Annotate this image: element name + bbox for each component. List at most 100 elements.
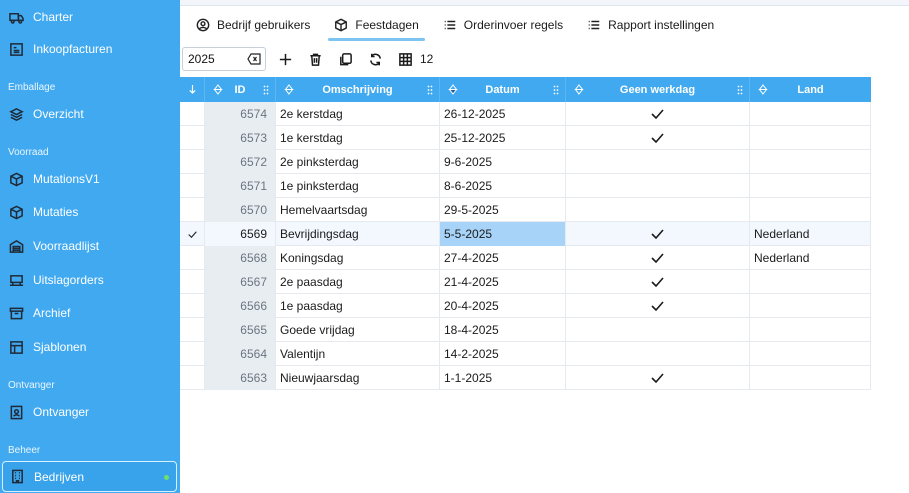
cell-geen-werkdag[interactable] bbox=[566, 174, 750, 198]
cell-land[interactable] bbox=[750, 318, 871, 342]
cell-omschrijving[interactable]: 2e pinksterdag bbox=[276, 150, 440, 174]
tab-rapport-instellingen[interactable]: Rapport instellingen bbox=[579, 8, 722, 41]
cell-geen-werkdag[interactable] bbox=[566, 126, 750, 150]
drag-handle-icon[interactable] bbox=[263, 85, 269, 95]
table-row[interactable]: 6569 Bevrijdingsdag 5-5-2025 Nederland bbox=[180, 222, 871, 246]
cell-id[interactable]: 6564 bbox=[205, 342, 276, 366]
cell-datum[interactable]: 25-12-2025 bbox=[440, 126, 566, 150]
cell-omschrijving[interactable]: 1e pinksterdag bbox=[276, 174, 440, 198]
cell-datum[interactable]: 21-4-2025 bbox=[440, 270, 566, 294]
year-input[interactable] bbox=[188, 49, 248, 69]
cell-land[interactable] bbox=[750, 342, 871, 366]
grid-view-button[interactable] bbox=[394, 48, 416, 70]
row-select-cell[interactable] bbox=[180, 198, 205, 222]
column-header-id[interactable]: ID bbox=[205, 77, 276, 102]
tab-feestdagen[interactable]: Feestdagen bbox=[326, 8, 426, 41]
sidebar-item-charter[interactable]: Charter bbox=[0, 2, 180, 32]
sidebar-item-archief[interactable]: Archief bbox=[0, 298, 180, 328]
cell-land[interactable] bbox=[750, 102, 871, 126]
cell-id[interactable]: 6567 bbox=[205, 270, 276, 294]
cell-geen-werkdag[interactable] bbox=[566, 342, 750, 366]
table-row[interactable]: 6571 1e pinksterdag 8-6-2025 bbox=[180, 174, 871, 198]
tab-orderinvoer-regels[interactable]: Orderinvoer regels bbox=[435, 8, 571, 41]
cell-land[interactable]: Nederland bbox=[750, 246, 871, 270]
cell-geen-werkdag[interactable] bbox=[566, 102, 750, 126]
table-row[interactable]: 6564 Valentijn 14-2-2025 bbox=[180, 342, 871, 366]
sidebar-item-voorraadlijst[interactable]: Voorraadlijst bbox=[0, 231, 180, 261]
row-select-cell[interactable] bbox=[180, 318, 205, 342]
cell-geen-werkdag[interactable] bbox=[566, 246, 750, 270]
cell-datum[interactable]: 20-4-2025 bbox=[440, 294, 566, 318]
cell-omschrijving[interactable]: 1e paasdag bbox=[276, 294, 440, 318]
cell-geen-werkdag[interactable] bbox=[566, 270, 750, 294]
drag-handle-icon[interactable] bbox=[553, 85, 559, 95]
cell-datum[interactable]: 5-5-2025 bbox=[440, 222, 566, 246]
cell-land[interactable] bbox=[750, 174, 871, 198]
cell-id[interactable]: 6572 bbox=[205, 150, 276, 174]
clear-input-icon[interactable] bbox=[247, 53, 261, 65]
table-row[interactable]: 6570 Hemelvaartsdag 29-5-2025 bbox=[180, 198, 871, 222]
table-row[interactable]: 6572 2e pinksterdag 9-6-2025 bbox=[180, 150, 871, 174]
table-row[interactable]: 6568 Koningsdag 27-4-2025 Nederland bbox=[180, 246, 871, 270]
drag-handle-icon[interactable] bbox=[737, 85, 743, 95]
cell-omschrijving[interactable]: Bevrijdingsdag bbox=[276, 222, 440, 246]
cell-omschrijving[interactable]: 1e kerstdag bbox=[276, 126, 440, 150]
cell-land[interactable] bbox=[750, 126, 871, 150]
delete-button[interactable] bbox=[304, 48, 326, 70]
row-select-cell[interactable] bbox=[180, 150, 205, 174]
row-select-cell[interactable] bbox=[180, 294, 205, 318]
sidebar-item-sjablonen[interactable]: Sjablonen bbox=[0, 332, 180, 362]
sidebar-item-inkoopfacturen[interactable]: Inkoopfacturen bbox=[0, 34, 180, 64]
column-header-land[interactable]: Land bbox=[750, 77, 871, 102]
drag-handle-icon[interactable] bbox=[427, 85, 433, 95]
table-row[interactable]: 6573 1e kerstdag 25-12-2025 bbox=[180, 126, 871, 150]
cell-geen-werkdag[interactable] bbox=[566, 366, 750, 390]
cell-datum[interactable]: 26-12-2025 bbox=[440, 102, 566, 126]
cell-geen-werkdag[interactable] bbox=[566, 198, 750, 222]
table-row[interactable]: 6566 1e paasdag 20-4-2025 bbox=[180, 294, 871, 318]
cell-land[interactable] bbox=[750, 366, 871, 390]
sidebar-item-ontvanger[interactable]: Ontvanger bbox=[0, 397, 180, 427]
cell-land[interactable] bbox=[750, 150, 871, 174]
refresh-button[interactable] bbox=[364, 48, 386, 70]
cell-datum[interactable]: 29-5-2025 bbox=[440, 198, 566, 222]
cell-land[interactable] bbox=[750, 294, 871, 318]
cell-land[interactable] bbox=[750, 270, 871, 294]
cell-omschrijving[interactable]: Nieuwjaarsdag bbox=[276, 366, 440, 390]
table-row[interactable]: 6567 2e paasdag 21-4-2025 bbox=[180, 270, 871, 294]
table-row[interactable]: 6563 Nieuwjaarsdag 1-1-2025 bbox=[180, 366, 871, 390]
row-select-cell[interactable] bbox=[180, 102, 205, 126]
cell-id[interactable]: 6566 bbox=[205, 294, 276, 318]
column-header-datum[interactable]: Datum bbox=[440, 77, 566, 102]
row-select-cell[interactable] bbox=[180, 126, 205, 150]
cell-datum[interactable]: 18-4-2025 bbox=[440, 318, 566, 342]
row-select-cell[interactable] bbox=[180, 270, 205, 294]
cell-omschrijving[interactable]: 2e kerstdag bbox=[276, 102, 440, 126]
cell-geen-werkdag[interactable] bbox=[566, 318, 750, 342]
cell-geen-werkdag[interactable] bbox=[566, 222, 750, 246]
cell-land[interactable] bbox=[750, 198, 871, 222]
tab-bedrijf-gebruikers[interactable]: Bedrijf gebruikers bbox=[188, 8, 318, 41]
cell-omschrijving[interactable]: Goede vrijdag bbox=[276, 318, 440, 342]
add-button[interactable] bbox=[274, 48, 296, 70]
row-select-cell[interactable] bbox=[180, 342, 205, 366]
cell-id[interactable]: 6571 bbox=[205, 174, 276, 198]
row-select-cell[interactable] bbox=[180, 222, 205, 246]
cell-id[interactable]: 6573 bbox=[205, 126, 276, 150]
cell-land[interactable]: Nederland bbox=[750, 222, 871, 246]
row-select-cell[interactable] bbox=[180, 246, 205, 270]
cell-datum[interactable]: 27-4-2025 bbox=[440, 246, 566, 270]
row-select-cell[interactable] bbox=[180, 174, 205, 198]
cell-omschrijving[interactable]: 2e paasdag bbox=[276, 270, 440, 294]
cell-geen-werkdag[interactable] bbox=[566, 294, 750, 318]
cell-datum[interactable]: 9-6-2025 bbox=[440, 150, 566, 174]
sidebar-item-uitslagorders[interactable]: Uitslagorders bbox=[0, 265, 180, 295]
sidebar-item-mutaties[interactable]: Mutaties bbox=[0, 197, 180, 227]
cell-omschrijving[interactable]: Valentijn bbox=[276, 342, 440, 366]
cell-omschrijving[interactable]: Koningsdag bbox=[276, 246, 440, 270]
cell-id[interactable]: 6563 bbox=[205, 366, 276, 390]
cell-datum[interactable]: 8-6-2025 bbox=[440, 174, 566, 198]
cell-datum[interactable]: 1-1-2025 bbox=[440, 366, 566, 390]
cell-id[interactable]: 6568 bbox=[205, 246, 276, 270]
sidebar-item-overzicht[interactable]: Overzicht bbox=[0, 99, 180, 129]
